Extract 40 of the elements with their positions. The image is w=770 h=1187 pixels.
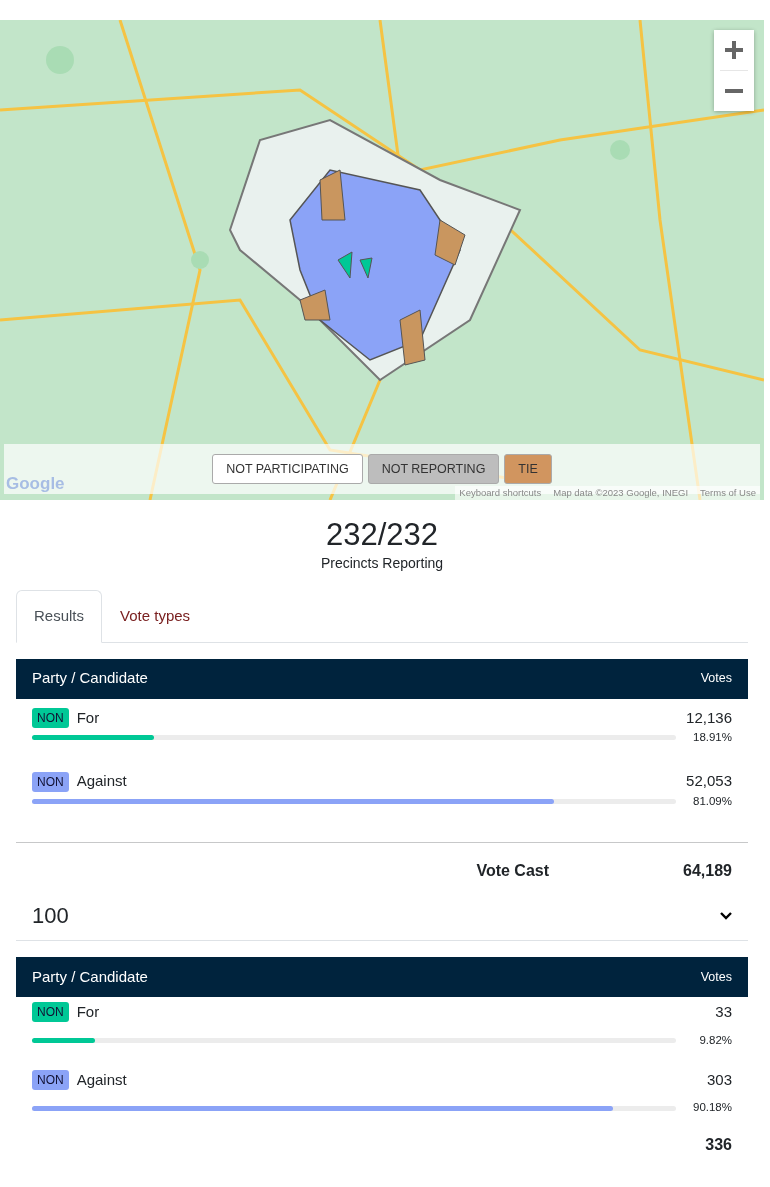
party-badge: NON	[32, 1070, 69, 1091]
zoom-out-button[interactable]	[714, 71, 754, 111]
vote-count: 12,136	[686, 707, 732, 728]
vote-percent: 18.91%	[692, 730, 732, 746]
tab[interactable]: Results	[16, 590, 103, 643]
chevron-down-icon	[720, 912, 732, 921]
column-header: Party / Candidate	[32, 966, 148, 987]
vote-count: 33	[715, 1002, 732, 1023]
column-header: Votes	[700, 968, 732, 986]
candidate-name: For	[76, 1002, 100, 1023]
column-header: Votes	[700, 670, 732, 688]
precinct-count: 232/232	[324, 516, 440, 554]
plus-icon	[725, 41, 743, 59]
attribution-link[interactable]: Terms of Use	[700, 485, 756, 500]
attribution-link[interactable]: Map data ©2023 Google, INEGI	[553, 485, 689, 500]
legend-button[interactable]: TIE	[504, 453, 552, 485]
party-badge: NON	[32, 771, 69, 792]
zoom-in-button[interactable]	[714, 30, 754, 70]
candidate-name: For	[76, 707, 100, 728]
vote-percent: 81.09%	[692, 793, 732, 809]
precinct-label: Precincts Reporting	[319, 554, 445, 574]
vote-percent: 90.18%	[692, 1100, 732, 1116]
party-badge: NON	[32, 1002, 69, 1023]
tab[interactable]: Vote types	[102, 590, 209, 643]
total-votes: 336	[705, 1134, 732, 1155]
vote-count: 303	[706, 1069, 732, 1090]
attribution-link[interactable]: Keyboard shortcuts	[459, 485, 542, 500]
legend-button[interactable]: NOT REPORTING	[367, 453, 500, 485]
candidate-name: Against	[76, 771, 127, 792]
precinct-select[interactable]: 100	[16, 899, 748, 942]
map-logo: Google	[6, 472, 65, 495]
column-header: Party / Candidate	[32, 668, 148, 689]
legend-button[interactable]: NOT PARTICIPATING	[212, 453, 363, 485]
candidate-name: Against	[76, 1069, 127, 1090]
total-label: Vote Cast	[476, 861, 549, 882]
total-votes: 64,189	[682, 861, 732, 882]
vote-percent: 9.82%	[698, 1032, 732, 1048]
party-badge: NON	[32, 707, 69, 728]
vote-count: 52,053	[686, 771, 732, 792]
minus-icon	[725, 89, 743, 93]
